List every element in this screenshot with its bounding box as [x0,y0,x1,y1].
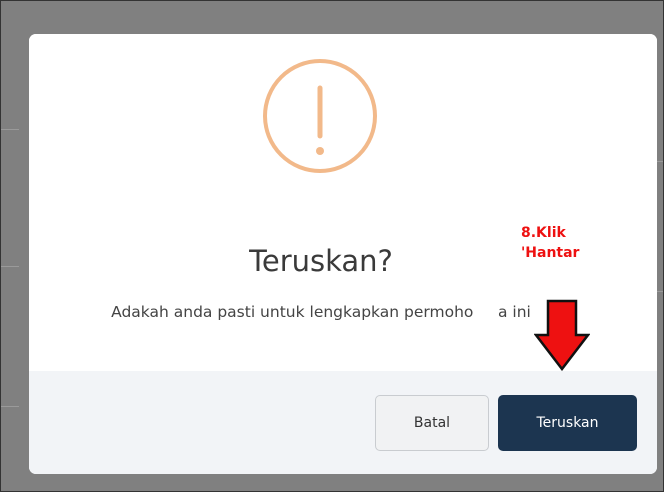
background-divider [1,406,19,407]
annotation-instruction: 'Hantar [521,245,580,261]
continue-button[interactable]: Teruskan [498,395,637,451]
cancel-button[interactable]: Batal [375,395,489,451]
background-divider [1,129,19,130]
screenshot-frame: Teruskan? Adakah anda pasti untuk lengka… [0,0,664,492]
exclamation-circle-icon [263,59,377,173]
arrow-down-icon [534,299,590,371]
tutorial-annotation: 8.Klik 'Hantar [521,223,579,263]
annotation-step-label: 8.Klik [521,225,566,241]
